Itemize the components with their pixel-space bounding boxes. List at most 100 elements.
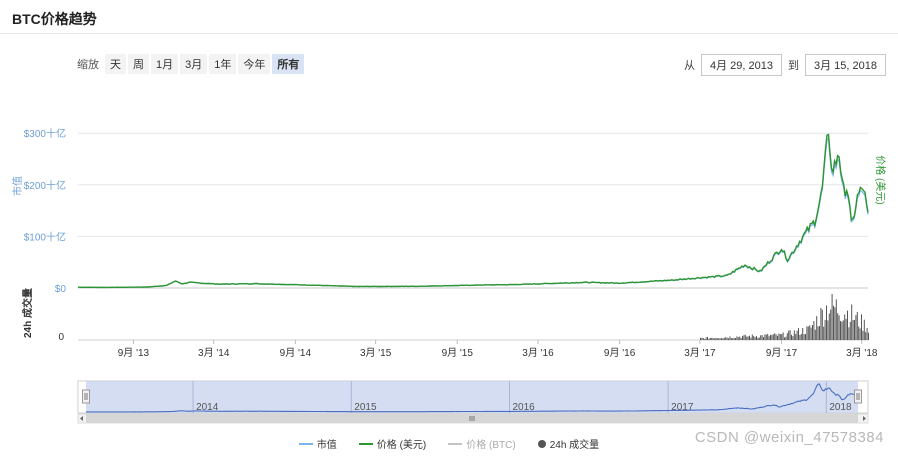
volume-bar [786,333,788,340]
volume-bar [754,337,756,340]
legend-price-btc[interactable]: 价格 (BTC) [448,436,516,451]
volume-bar [817,326,819,340]
legend-price-usd-swatch [358,442,373,445]
volume-bar [708,338,710,340]
volume-bar [803,334,805,340]
volume-bar [831,294,833,340]
x-tick-label: 9月 '13 [118,347,150,359]
x-tick-label: 9月 '14 [280,347,312,359]
volume-bar [732,338,734,340]
volume-bar [726,337,728,340]
volume-bar [709,337,711,340]
volume-bar [763,337,764,340]
volume-bar [761,335,763,340]
navigator-year-label: 2017 [671,402,694,413]
volume-bar [858,326,860,340]
series-price-usd-line [78,133,869,289]
volume-bar [795,334,797,340]
volume-bar [828,313,830,340]
volume-bar [728,338,729,340]
volume-bar [849,321,851,340]
volume-bar [770,334,771,340]
volume-bar [798,328,799,340]
volume-bar [800,333,802,340]
volume-bar [816,316,818,340]
volume-bar [775,334,777,340]
btc-chart: $0 $100十亿 $200十亿 $300十亿市值 价格 (美元) 24h 成交量 0 9月 … [11,127,887,424]
volume-axis-title: 24h 成交量 [21,288,34,338]
volume-bar [756,336,757,340]
volume-bar [715,337,717,340]
volume-bar [701,337,703,340]
x-tick-label: 3月 '18 [846,347,878,359]
volume-bar [702,338,704,340]
y-axis-title-price: 价格 (美元) [874,155,887,204]
volume-bar [744,334,746,340]
series-market-cap-line [78,138,869,289]
y-tick-label: $100十亿 [24,230,66,243]
legend-market-cap[interactable]: 市值 [298,436,337,451]
volume-bar [865,332,867,340]
volume-bar [730,338,732,340]
volume-bar [820,307,822,340]
navigator-handle-left[interactable] [82,389,90,404]
volume-bar [705,337,707,340]
volume-bar [742,336,743,340]
legend-price-btc-swatch [448,442,463,445]
x-tick-label: 3月 '15 [360,347,392,359]
volume-bar [733,337,735,340]
volume-bar [784,337,785,340]
volume-bar [737,337,739,340]
y-tick-label: $0 [55,284,67,295]
volume-bar [723,337,725,340]
volume-bar [765,334,767,340]
volume-bar [852,320,854,340]
volume-bar [837,313,839,340]
volume-bar [835,299,837,340]
volume-bar [778,333,780,340]
volume-bar [793,330,795,340]
volume-bar [838,315,840,340]
x-tick-label: 3月 '17 [684,347,716,359]
legend-market-cap-label: 市值 [316,440,337,451]
volume-bar [739,336,741,340]
volume-bar [868,332,869,340]
volume-bar [788,330,790,340]
legend-volume-label: 24h 成交量 [549,440,600,451]
legend-price-btc-label: 价格 (BTC) [466,440,516,451]
volume-bar [718,338,720,340]
volume-bar [845,318,847,340]
navigator-handle-right[interactable] [854,389,862,404]
volume-bar [844,314,846,340]
volume-bar [774,333,776,340]
volume-bar [833,305,834,340]
volume-bar [707,336,708,340]
volume-bar [826,305,827,340]
volume-bar [767,333,769,340]
volume-bar [746,336,748,340]
volume-bar [750,337,752,340]
volume-bar [716,338,718,340]
x-tick-label: 3月 '14 [198,347,230,359]
legend-volume[interactable]: 24h 成交量 [537,436,600,451]
legend-market-cap-swatch [298,442,313,445]
y-axis-title-market-cap: 市值 [11,176,24,196]
y-tick-label: $300十亿 [24,127,66,140]
volume-bar [805,334,806,340]
volume-bar [861,314,862,340]
volume-bar [823,326,825,340]
volume-bar [781,334,783,340]
legend-price-usd[interactable]: 价格 (美元) [358,436,426,451]
volume-bar [749,335,750,340]
x-tick-label: 9月 '16 [604,347,636,359]
volume-bar [722,338,724,340]
legend-volume-swatch [537,439,546,448]
volume-bar [862,330,864,340]
volume-bar [704,339,706,340]
volume-bar [751,334,753,340]
volume-bar [721,338,722,340]
volume-bar [760,335,762,340]
volume-bar [830,309,832,340]
volume-bar [777,335,778,340]
volume-bar [747,336,749,340]
